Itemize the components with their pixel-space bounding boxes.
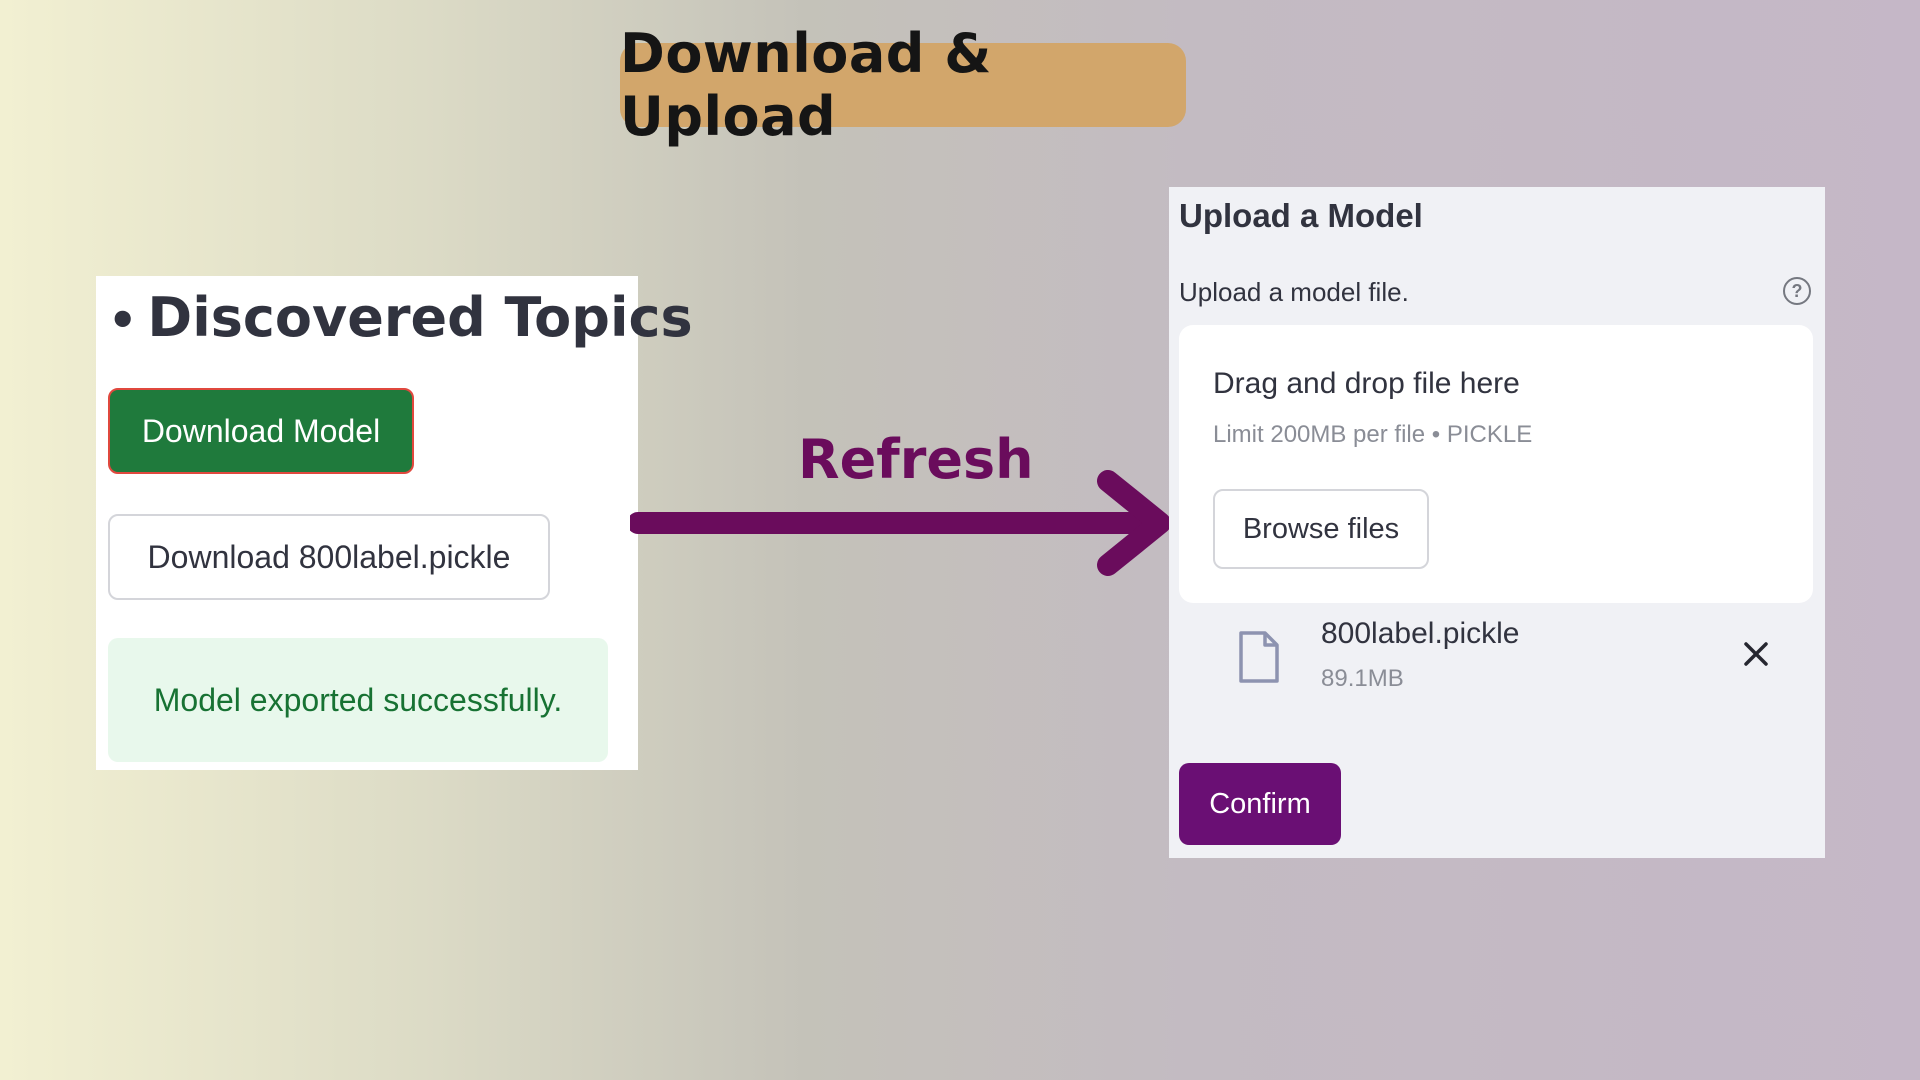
file-icon <box>1239 631 1279 683</box>
confirm-button[interactable]: Confirm <box>1179 763 1341 845</box>
download-model-button[interactable]: Download Model <box>108 388 414 474</box>
right-arrow-icon <box>630 470 1171 576</box>
topics-heading-text: Discovered Topics <box>147 286 693 349</box>
file-size: 89.1MB <box>1321 665 1404 692</box>
heading-bullet: • <box>108 293 138 347</box>
upload-title: Upload a Model <box>1179 197 1423 234</box>
file-name: 800label.pickle <box>1321 617 1520 650</box>
upload-panel: Upload a Model Upload a model file. ? Dr… <box>1169 187 1825 858</box>
topics-heading: • Discovered Topics <box>108 286 693 349</box>
download-panel: • Discovered Topics Download Model Downlo… <box>96 276 693 770</box>
close-icon[interactable] <box>1739 637 1773 671</box>
help-icon[interactable]: ? <box>1783 277 1811 305</box>
download-pickle-button[interactable]: Download 800label.pickle <box>108 514 550 600</box>
dropzone-limit: Limit 200MB per file • PICKLE <box>1213 421 1533 448</box>
uploaded-file-item: 800label.pickle 89.1MB <box>1179 617 1813 727</box>
upload-field-label: Upload a model file. <box>1179 277 1409 307</box>
browse-files-button[interactable]: Browse files <box>1213 489 1429 569</box>
success-alert: Model exported successfully. <box>108 638 608 762</box>
page-title: Download & Upload <box>620 22 1186 148</box>
dropzone-instruction: Drag and drop file here <box>1213 367 1520 400</box>
file-dropzone[interactable]: Drag and drop file here Limit 200MB per … <box>1179 325 1813 603</box>
